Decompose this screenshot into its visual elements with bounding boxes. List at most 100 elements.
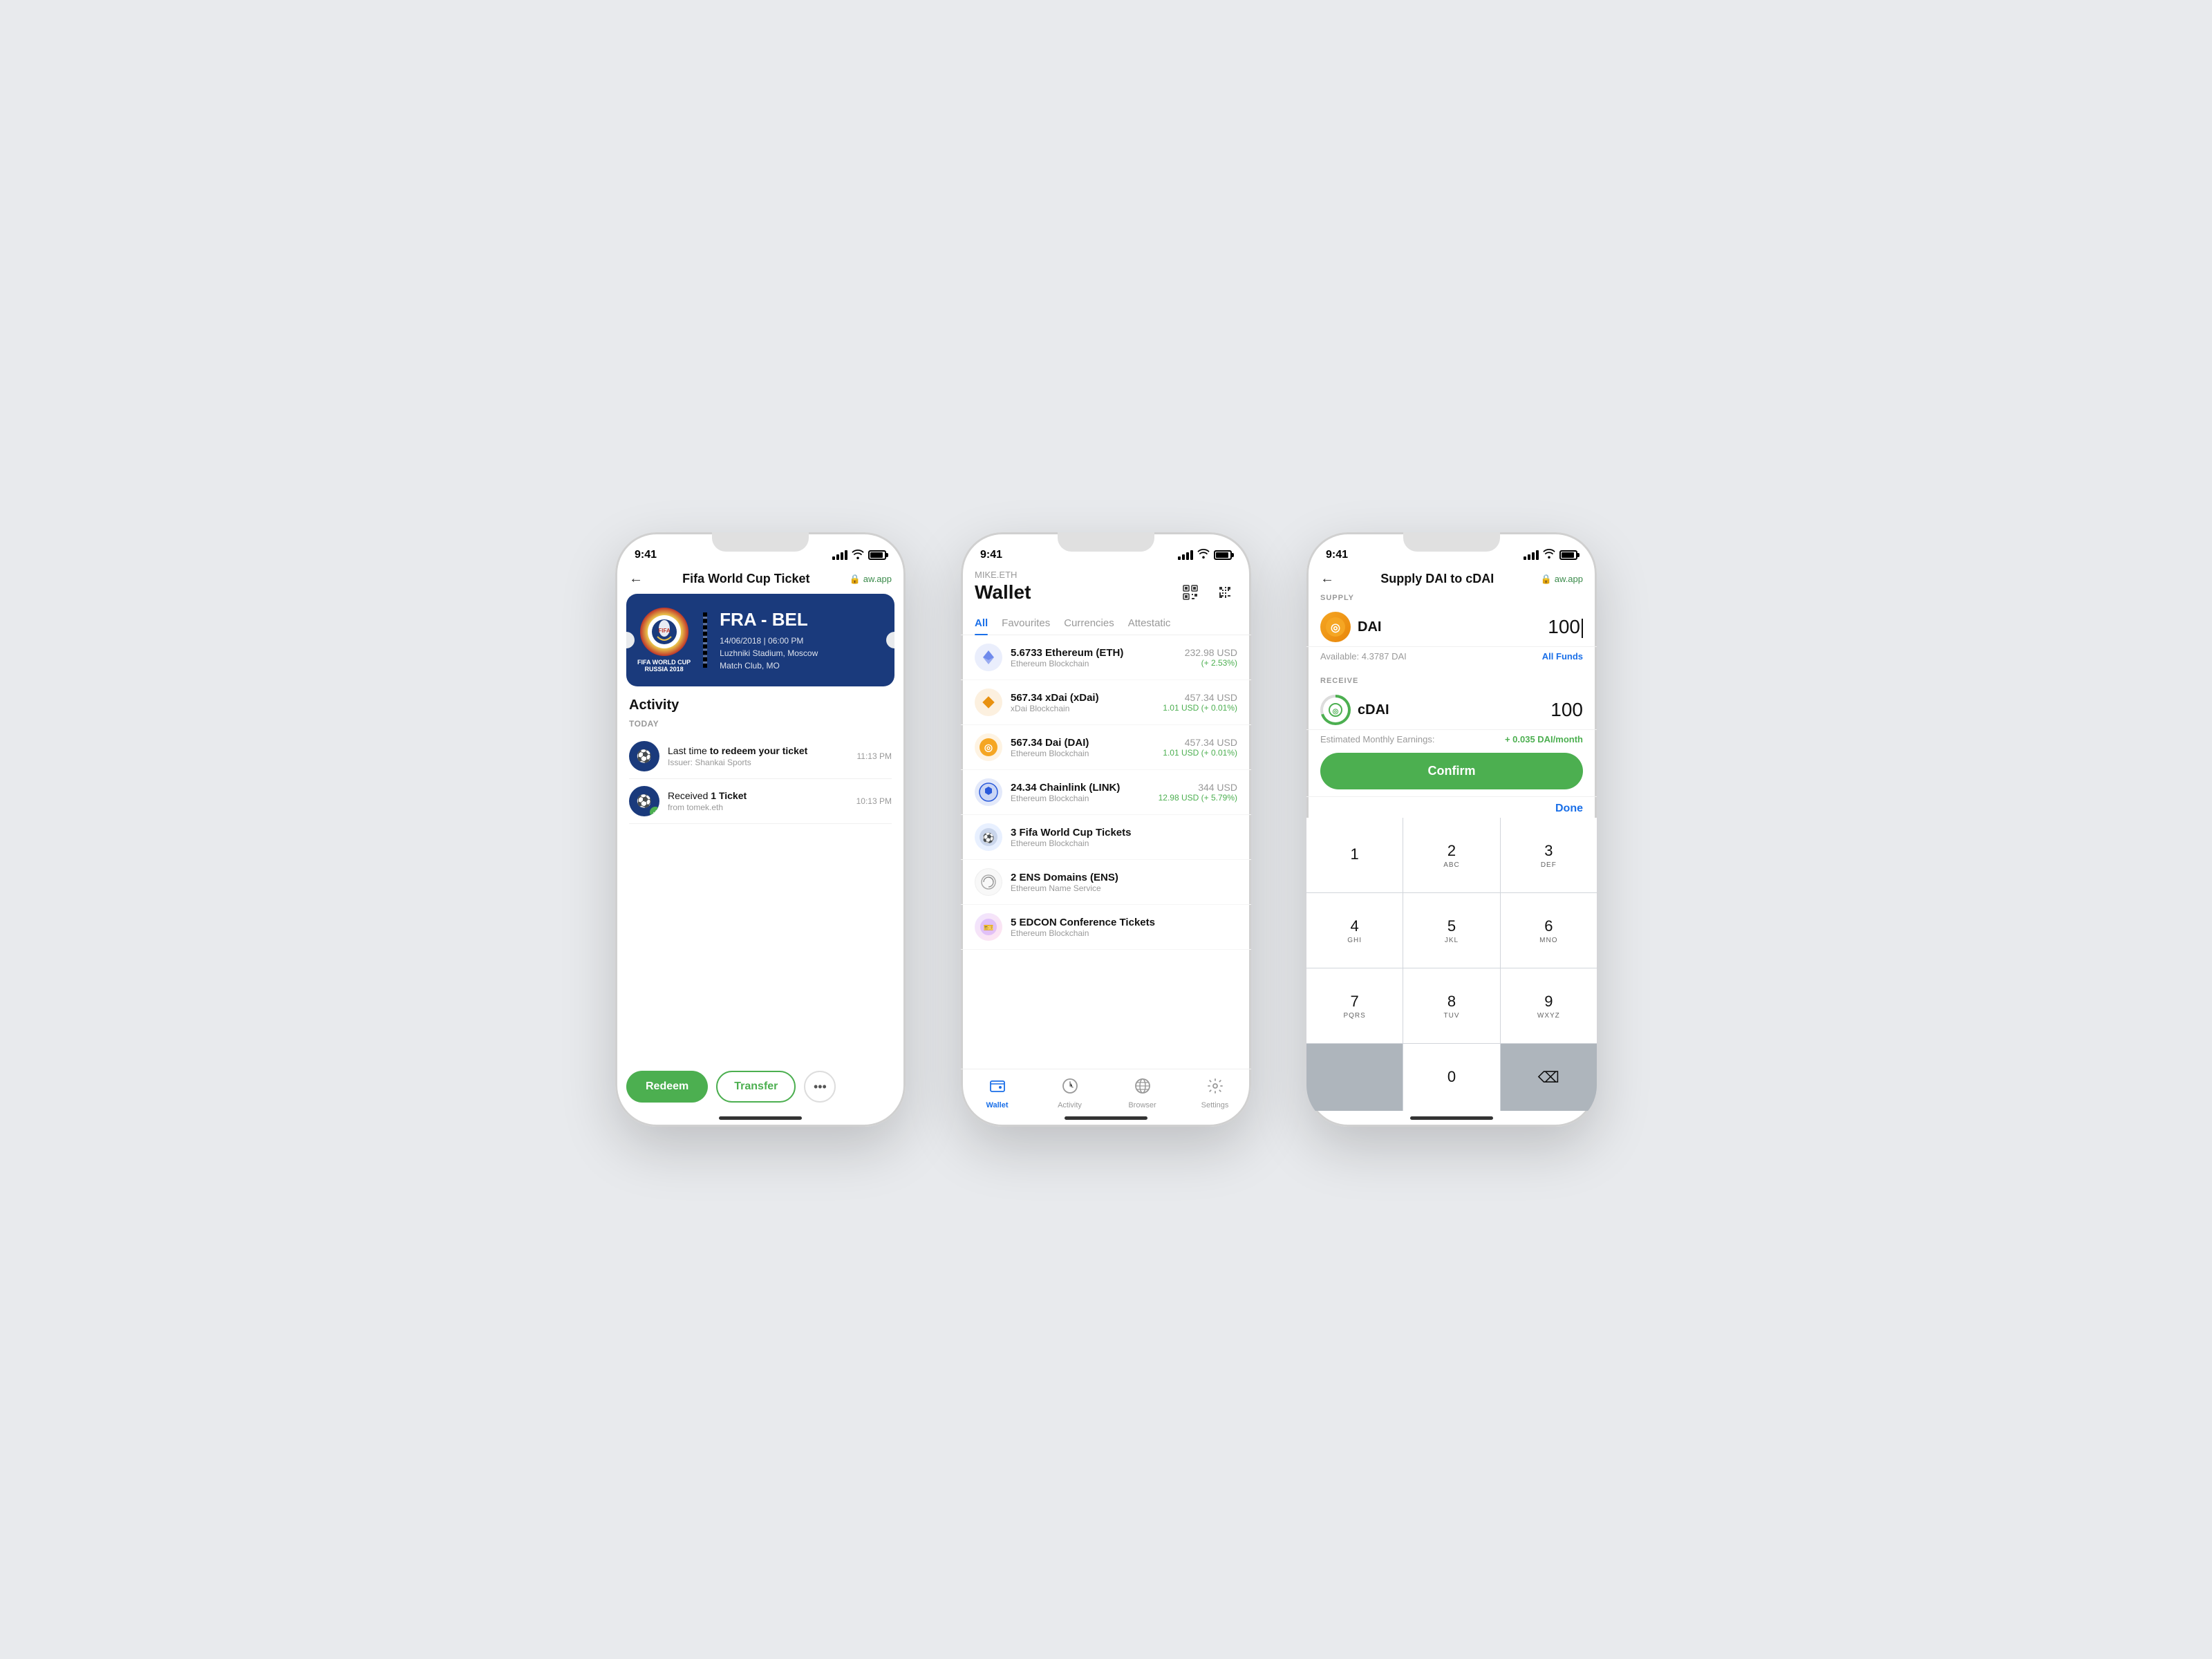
receive-amount: 100 (1550, 699, 1583, 721)
token-change-link: 12.98 USD (+ 5.79%) (1159, 793, 1237, 803)
svg-text:FIFA: FIFA (658, 628, 671, 634)
phone2-header: MIKE.ETH Wallet (961, 565, 1251, 612)
nav-activity[interactable]: Activity (1033, 1075, 1106, 1112)
earnings-row: Estimated Monthly Earnings: + 0.035 DAI/… (1306, 730, 1597, 753)
numpad: 1 2ABC 3DEF 4GHI 5JKL 6MNO 7PQRS 8TUV 9W… (1306, 818, 1597, 1111)
home-indicator-3 (1410, 1116, 1493, 1120)
svg-text:◎: ◎ (1333, 708, 1339, 715)
tab-all[interactable]: All (975, 612, 988, 635)
done-button[interactable]: Done (1555, 803, 1583, 814)
tab-favourites[interactable]: Favourites (1002, 612, 1050, 635)
nav-settings[interactable]: Settings (1179, 1075, 1251, 1112)
signal-icon-3 (1524, 550, 1539, 560)
tab-currencies[interactable]: Currencies (1064, 612, 1114, 635)
confirm-button[interactable]: Confirm (1320, 753, 1583, 789)
nav-activity-label: Activity (1058, 1101, 1082, 1109)
phone-3: 9:41 ← Supply DAI to cDAI 🔒 aw.app SUPPL… (1306, 532, 1597, 1127)
nav-browser[interactable]: Browser (1106, 1075, 1179, 1112)
token-name-nft: 3 Fifa World Cup Tickets (1011, 827, 1229, 838)
redeem-button[interactable]: Redeem (626, 1071, 708, 1103)
token-item-nft[interactable]: ⚽ 3 Fifa World Cup Tickets Ethereum Bloc… (961, 815, 1251, 860)
dai-supply-icon: ◎ (1320, 612, 1351, 642)
nav-wallet[interactable]: Wallet (961, 1075, 1033, 1112)
activity-time-0: 11:13 PM (857, 751, 892, 761)
qr-icon[interactable] (1212, 580, 1237, 605)
key-empty (1306, 1044, 1403, 1111)
wifi-icon-3 (1543, 549, 1555, 561)
wallet-icons (1178, 580, 1237, 605)
token-item-dai[interactable]: ◎ 567.34 Dai (DAI) Ethereum Blockchain 4… (961, 725, 1251, 770)
key-delete[interactable]: ⌫ (1501, 1044, 1597, 1111)
status-time-3: 9:41 (1326, 549, 1348, 561)
wallet-title: Wallet (975, 581, 1031, 603)
token-name-ens: 2 ENS Domains (ENS) (1011, 872, 1229, 883)
activity-item-1: ⚽ ✓ Received 1 Ticket from tomek.eth 10:… (629, 779, 892, 824)
back-button[interactable]: ← (629, 571, 643, 587)
token-chain-xdai: xDai Blockchain (1011, 704, 1154, 713)
transfer-button[interactable]: Transfer (716, 1071, 796, 1103)
svg-text:⚽: ⚽ (982, 832, 994, 844)
key-0[interactable]: 0 (1403, 1044, 1499, 1111)
supply-amount: 100 (1548, 616, 1583, 638)
activity-section: Activity TODAY ⚽ Last time to redeem you… (615, 697, 906, 1062)
edcon-icon: 🎫 (975, 913, 1002, 941)
key-4[interactable]: 4GHI (1306, 893, 1403, 968)
settings-nav-icon (1207, 1078, 1224, 1098)
token-chain-eth: Ethereum Blockchain (1011, 659, 1177, 668)
status-icons-1 (832, 550, 886, 561)
token-value-xdai: 457.34 USD 1.01 USD (+ 0.01%) (1163, 692, 1237, 713)
more-button[interactable]: ••• (804, 1071, 836, 1103)
key-9[interactable]: 9WXYZ (1501, 968, 1597, 1043)
ens-icon (975, 868, 1002, 896)
token-info-link: 24.34 Chainlink (LINK) Ethereum Blockcha… (1011, 782, 1150, 803)
key-7[interactable]: 7PQRS (1306, 968, 1403, 1043)
token-item-eth[interactable]: 5.6733 Ethereum (ETH) Ethereum Blockchai… (961, 635, 1251, 680)
receive-token-name: cDAI (1358, 702, 1550, 718)
back-button-3[interactable]: ← (1320, 571, 1334, 587)
token-name-eth: 5.6733 Ethereum (ETH) (1011, 647, 1177, 659)
page-title: Fifa World Cup Ticket (682, 572, 809, 586)
scan-icon[interactable] (1178, 580, 1203, 605)
aw-badge-3: 🔒 aw.app (1541, 574, 1583, 585)
token-item-link[interactable]: 24.34 Chainlink (LINK) Ethereum Blockcha… (961, 770, 1251, 815)
token-usd-link: 344 USD (1159, 782, 1237, 793)
tabs-row: All Favourites Currencies Attestatic (961, 612, 1251, 635)
key-5[interactable]: 5JKL (1403, 893, 1499, 968)
phone1-header: ← Fifa World Cup Ticket 🔒 aw.app (615, 565, 906, 594)
key-8[interactable]: 8TUV (1403, 968, 1499, 1043)
phone1-bottom: Redeem Transfer ••• (615, 1062, 906, 1116)
status-bar-2: 9:41 (961, 539, 1251, 565)
key-6[interactable]: 6MNO (1501, 893, 1597, 968)
battery-icon-2 (1214, 550, 1232, 560)
token-change-dai: 1.01 USD (+ 0.01%) (1163, 748, 1237, 758)
available-text: Available: 4.3787 DAI (1320, 651, 1407, 662)
activity-main-0: Last time to redeem your ticket (668, 745, 849, 756)
receive-label: RECEIVE (1306, 670, 1597, 689)
key-3[interactable]: 3DEF (1501, 818, 1597, 892)
battery-icon (868, 550, 886, 560)
tab-attestatic[interactable]: Attestatic (1128, 612, 1171, 635)
eth-icon (975, 644, 1002, 671)
nav-browser-label: Browser (1128, 1101, 1156, 1109)
nft-icon: ⚽ (975, 823, 1002, 851)
key-1[interactable]: 1 (1306, 818, 1403, 892)
bottom-nav: Wallet Activity Browser Settings (961, 1069, 1251, 1116)
activity-avatar-1: ⚽ ✓ (629, 786, 659, 816)
token-item-ens[interactable]: 2 ENS Domains (ENS) Ethereum Name Servic… (961, 860, 1251, 905)
token-item-edcon[interactable]: 🎫 5 EDCON Conference Tickets Ethereum Bl… (961, 905, 1251, 950)
nav-settings-label: Settings (1201, 1101, 1229, 1109)
status-bar-1: 9:41 (615, 539, 906, 565)
all-funds-button[interactable]: All Funds (1542, 651, 1583, 662)
token-list: 5.6733 Ethereum (ETH) Ethereum Blockchai… (961, 635, 1251, 1069)
activity-text-0: Last time to redeem your ticket Issuer: … (668, 745, 849, 767)
key-2[interactable]: 2ABC (1403, 818, 1499, 892)
phone-1: 9:41 ← Fifa World Cup Ticket 🔒 aw.app (615, 532, 906, 1127)
match-club: Match Club, MO (720, 659, 883, 672)
token-info-ens: 2 ENS Domains (ENS) Ethereum Name Servic… (1011, 872, 1229, 893)
nav-wallet-label: Wallet (986, 1101, 1009, 1109)
activity-avatar-0: ⚽ (629, 741, 659, 771)
link-icon (975, 778, 1002, 806)
token-item-xdai[interactable]: 567.34 xDai (xDai) xDai Blockchain 457.3… (961, 680, 1251, 725)
token-usd-dai: 457.34 USD (1163, 737, 1237, 748)
earnings-value: + 0.035 DAI/month (1505, 734, 1583, 744)
